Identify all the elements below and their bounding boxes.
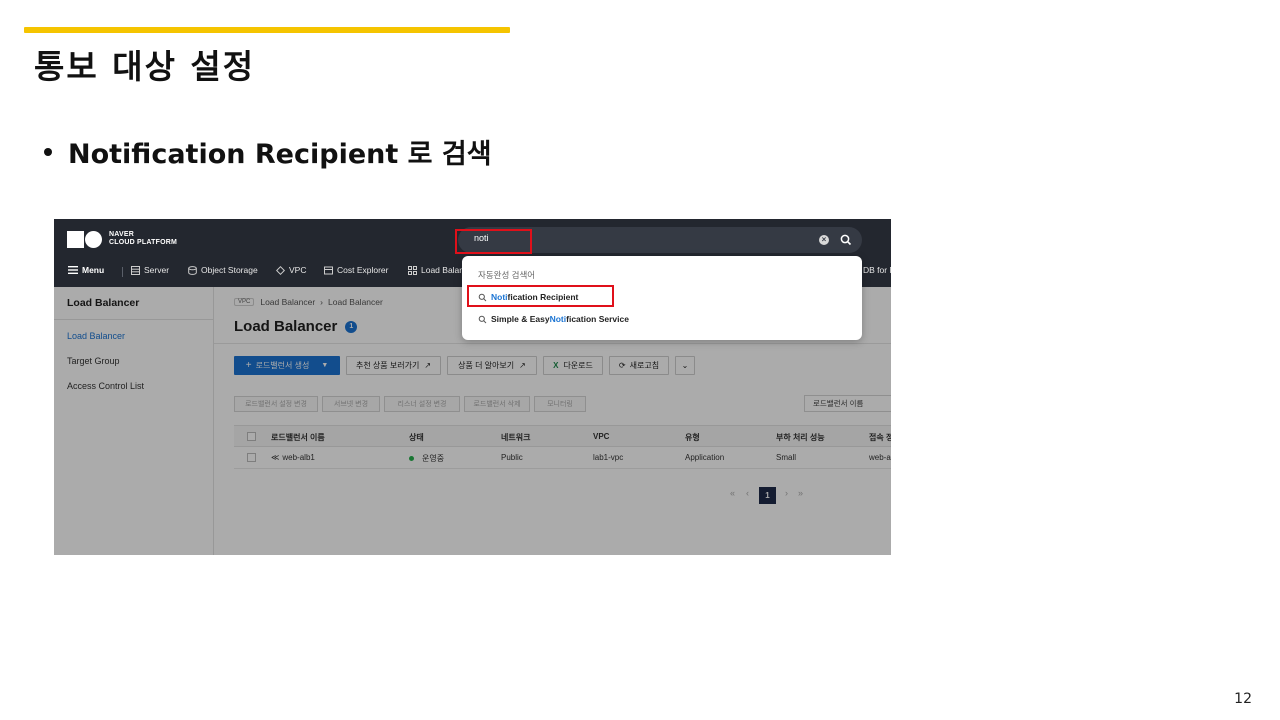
server-icon (131, 265, 140, 275)
autocomplete-item-simple-easy-notification[interactable]: Simple & Easy Noti fication Service (478, 314, 629, 324)
logo-line-2: CLOUD PLATFORM (109, 239, 177, 246)
nav-item-label: Cost Explorer (337, 265, 389, 275)
search-highlight-box (455, 229, 532, 254)
menu-button[interactable]: Menu (68, 265, 104, 275)
menu-label: Menu (82, 265, 105, 275)
brand-logo[interactable]: NAVER CLOUD PLATFORM (109, 231, 177, 247)
nav-item-label: Server (144, 265, 170, 275)
bullet-text: Notification Recipient 로 검색 (68, 139, 492, 170)
cost-icon (324, 266, 333, 274)
storage-icon (188, 265, 197, 275)
item-match: Noti (549, 314, 567, 324)
vpc-icon (276, 265, 285, 275)
slide-title: 통보 대상 설정 (34, 47, 256, 86)
logo-circle-icon (85, 231, 102, 248)
nav-item-db[interactable]: DB for M (863, 265, 891, 275)
load-balancer-icon (408, 265, 417, 275)
console-screenshot: NAVER CLOUD PLATFORM noti × Menu Server (54, 219, 891, 555)
item-prefix: Simple & Easy (491, 314, 550, 324)
nav-item-vpc[interactable]: VPC (276, 265, 306, 275)
nav-divider (122, 267, 123, 277)
search-icon[interactable] (839, 233, 853, 247)
search-icon (478, 315, 487, 323)
item-suffix: fication Service (566, 314, 629, 324)
nav-item-label: Load Balan (421, 265, 465, 275)
autocomplete-label: 자동완성 검색어 (478, 270, 536, 280)
result-highlight-box (467, 285, 614, 307)
nav-item-object-storage[interactable]: Object Storage (188, 265, 258, 275)
bullet-item: Notification Recipient 로 검색 (44, 132, 492, 171)
nav-item-label: VPC (289, 265, 307, 275)
nav-item-label: DB for M (863, 265, 891, 275)
title-accent-bar (24, 27, 510, 33)
nav-item-load-balancer[interactable]: Load Balan (408, 265, 464, 275)
page-number: 12 (1234, 691, 1252, 707)
logo-square-icon (67, 231, 84, 248)
nav-item-cost-explorer[interactable]: Cost Explorer (324, 265, 389, 275)
logo-line-1: NAVER (109, 231, 134, 238)
hamburger-icon (68, 266, 78, 274)
bullet-dot (44, 147, 52, 156)
nav-item-label: Object Storage (201, 265, 258, 275)
clear-icon[interactable]: × (819, 235, 829, 245)
nav-item-server[interactable]: Server (131, 265, 169, 275)
